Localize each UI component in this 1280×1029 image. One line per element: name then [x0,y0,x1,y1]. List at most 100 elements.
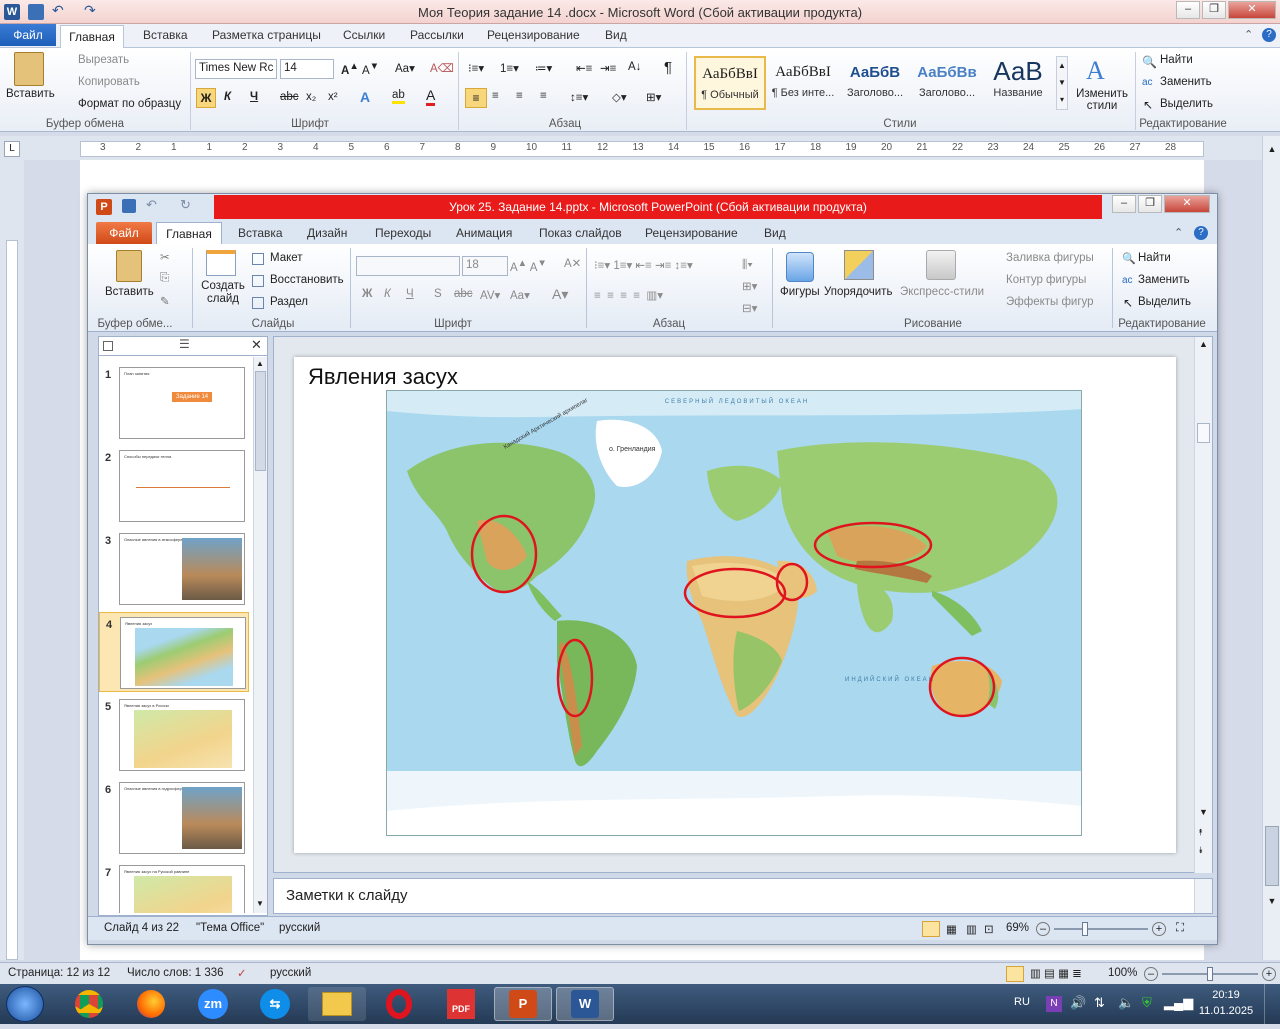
style-normal[interactable]: АаБбВвІ ¶ Обычный [694,56,766,110]
teamviewer-icon[interactable]: ⇆ [246,987,304,1021]
ppt-format-painter-icon[interactable]: ✎ [160,294,170,308]
powerpoint-taskbar-icon[interactable]: P [494,987,552,1021]
shrink-font-icon[interactable]: A▼ [362,61,379,77]
style-no-spacing[interactable]: АаБбВвІ ¶ Без инте... [768,56,838,110]
shapes-button[interactable]: Фигуры [780,286,820,298]
shapes-icon[interactable] [786,252,814,282]
change-styles-icon[interactable]: A [1086,56,1105,86]
slideshow-view-icon[interactable]: ⊡ [984,922,994,936]
tab-home[interactable]: Главная [60,25,124,49]
bullets-icon[interactable]: ⁝≡▾ [468,61,484,75]
shape-effects-button[interactable]: Эффекты фигур [1006,296,1094,308]
next-slide-icon[interactable]: ⯯ [1198,845,1203,856]
format-painter-button[interactable]: Формат по образцу [78,98,181,110]
scroll-down-icon[interactable]: ▼ [1199,807,1208,817]
scroll-up-icon[interactable]: ▲ [256,359,264,368]
ppt-tab-animations[interactable]: Анимация [456,226,512,240]
firefox-icon[interactable] [122,987,180,1021]
ppt-close-button[interactable]: ✕ [1164,195,1210,213]
notes-pane[interactable]: Заметки к слайду [273,878,1213,914]
increase-indent-icon[interactable]: ⇥≡ [600,61,616,75]
ppt-app-icon[interactable]: P [96,199,112,215]
ppt-italic-button[interactable]: К [384,288,391,300]
font-color-icon[interactable]: A [426,87,436,106]
scroll-up-icon[interactable]: ▲ [1265,144,1279,158]
scroll-thumb[interactable] [1197,423,1210,443]
ppt-copy-icon[interactable]: ⎘ [160,272,169,285]
ppt-bullets-icon[interactable]: ⁝≡▾ 1≡▾ ⇤≡ ⇥≡ ↕≡▾ [594,258,693,272]
slide-thumbnail-item[interactable]: 5 Явления засух в России [99,695,249,775]
change-case-icon[interactable]: Aa▾ [395,61,415,75]
ppt-font-size-select[interactable]: 18 [462,256,508,276]
ppt-underline-button[interactable]: Ч [406,288,414,300]
slide-thumbnail[interactable]: План занятия Задание 14 [119,367,245,439]
multilevel-icon[interactable]: ≔▾ [535,61,552,75]
slide-thumbnail-item[interactable]: 1 План занятия Задание 14 [99,363,249,443]
copy-button[interactable]: Копировать [78,76,140,88]
select-icon[interactable]: ↖ [1143,98,1153,112]
align-center-icon[interactable]: ≡ [492,90,499,102]
new-slide-button[interactable]: Создать слайд [200,280,246,306]
world-physical-map[interactable]: СЕВЕРНЫЙ ЛЕДОВИТЫЙ ОКЕАН о. Гренландия К… [386,390,1082,836]
explorer-icon[interactable] [308,987,366,1021]
notes-placeholder[interactable]: Заметки к слайду [286,887,408,904]
scroll-thumb[interactable] [255,371,266,471]
zoom-slider[interactable] [1054,922,1148,936]
slide-thumbnail-item[interactable]: 6 Опасные явления в гидросфере [99,778,249,858]
word-zoom-out-icon[interactable]: – [1144,967,1158,981]
ppt-align-icons[interactable]: ≡ ≡ ≡ ≡ ▥▾ [594,288,663,302]
clock-time[interactable]: 20:19 [1194,989,1258,1001]
find-icon[interactable]: 🔍 [1142,55,1157,69]
restore-button[interactable]: ❐ [1202,1,1226,19]
ppt-tab-design[interactable]: Дизайн [307,226,347,240]
superscript-icon[interactable]: x² [328,91,338,103]
ppt-tab-transitions[interactable]: Переходы [375,226,431,240]
signal-icon[interactable]: ▂▄▆ [1164,995,1193,1011]
show-marks-button[interactable]: ¶ [664,59,672,76]
close-button[interactable]: ✕ [1228,1,1276,19]
slides-tab-icon[interactable] [103,341,113,351]
slide-thumbnail[interactable]: Явления засух в России [119,699,245,771]
redo-icon[interactable]: ↻ [180,197,191,213]
ppt-grow-font-icon[interactable]: A▲ A▼ [510,258,547,274]
ppt-font-color-icon[interactable]: A▾ [552,286,568,303]
word-count[interactable]: Число слов: 1 336 [127,967,224,979]
ppt-help-icon[interactable]: ? [1194,226,1208,240]
ppt-replace-button[interactable]: Заменить [1138,274,1190,286]
reset-button[interactable]: Восстановить [270,274,344,286]
slide-thumbnail-item[interactable]: 7 Явления засух на Русской равнине [99,861,249,913]
ppt-bold-button[interactable]: Ж [362,288,372,300]
tab-review[interactable]: Рецензирование [487,28,580,42]
spellcheck-icon[interactable]: ✓ [237,966,247,980]
ppt-case-icon[interactable]: Aa▾ [510,288,530,302]
grow-font-icon[interactable]: A▲ [341,61,359,77]
shading-icon[interactable]: ◇▾ [612,90,627,104]
chrome-icon[interactable] [60,987,118,1021]
sort-icon[interactable]: A↓ [628,61,641,73]
scroll-thumb[interactable] [1265,826,1279,886]
ppt-paste-button[interactable]: Вставить [105,286,154,298]
zoom-in-icon[interactable]: + [1152,922,1166,936]
arrange-button[interactable]: Упорядочить [824,286,892,298]
word-zoom-level[interactable]: 100% [1108,967,1137,979]
quick-styles-button[interactable]: Экспресс-стили [900,286,984,298]
highlight-icon[interactable]: ab [392,89,405,104]
font-size-select[interactable]: 14 [280,59,334,79]
slide-thumbnail[interactable]: Опасные явления в гидросфере [119,782,245,854]
word-taskbar-icon[interactable]: W [556,987,614,1021]
subscript-icon[interactable]: x₂ [306,91,316,103]
print-layout-icon[interactable] [1006,966,1024,982]
current-slide[interactable]: Явления засух СЕВЕРНЫЙ ЛЕДОВИТЫЙ ОКЕАН о… [294,357,1176,853]
ppt-text-direction-icon[interactable]: ⫼▾ ⊞▾ ⊟▾ [742,254,757,320]
replace-icon[interactable]: ac [1142,77,1153,88]
ppt-font-name-select[interactable] [356,256,460,276]
style-title[interactable]: АаВ Название [984,56,1052,110]
tab-insert[interactable]: Вставка [143,28,188,42]
slide-title[interactable]: Явления засух [308,364,458,390]
style-heading-2[interactable]: АаБбВв Заголово... [912,56,982,110]
network-icon[interactable]: ⇅ [1094,995,1105,1011]
word-zoom-in-icon[interactable]: + [1262,967,1276,981]
sorter-view-icon[interactable]: ▦ [946,922,957,936]
opera-icon[interactable] [370,987,428,1021]
borders-icon[interactable]: ⊞▾ [646,90,661,104]
